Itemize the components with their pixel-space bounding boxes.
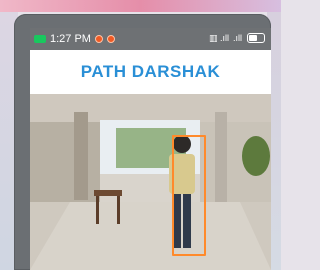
camera-scene bbox=[30, 94, 271, 270]
person-detection-box bbox=[172, 135, 206, 256]
sim-1-signal-icon: ▥ .ıll bbox=[208, 33, 229, 43]
sim-2-signal-icon: .ıll bbox=[233, 33, 242, 43]
notification-icon bbox=[94, 35, 103, 43]
battery-icon bbox=[247, 33, 265, 43]
left-wall bbox=[30, 122, 100, 202]
floor-highlight bbox=[30, 202, 271, 270]
app-title: PATH DARSHAK bbox=[80, 62, 221, 81]
background-top-gradient bbox=[0, 0, 281, 12]
phone-screen: 1:27 PM ▥ .ıll .ıll PATH DARSHAK bbox=[30, 28, 271, 270]
status-bar: 1:27 PM ▥ .ıll .ıll bbox=[30, 28, 271, 50]
status-time: 1:27 PM bbox=[50, 33, 91, 45]
pillar-left bbox=[74, 112, 88, 200]
stool-leg bbox=[96, 196, 99, 224]
stool-leg bbox=[117, 196, 120, 224]
ceiling bbox=[30, 94, 271, 122]
app-bar: PATH DARSHAK bbox=[30, 50, 271, 94]
plant bbox=[242, 136, 270, 176]
notification-icon bbox=[106, 35, 115, 43]
stool-seat bbox=[94, 190, 122, 196]
camera-preview[interactable] bbox=[30, 94, 271, 270]
pillar-right bbox=[215, 112, 227, 202]
whatsapp-icon bbox=[34, 35, 46, 43]
